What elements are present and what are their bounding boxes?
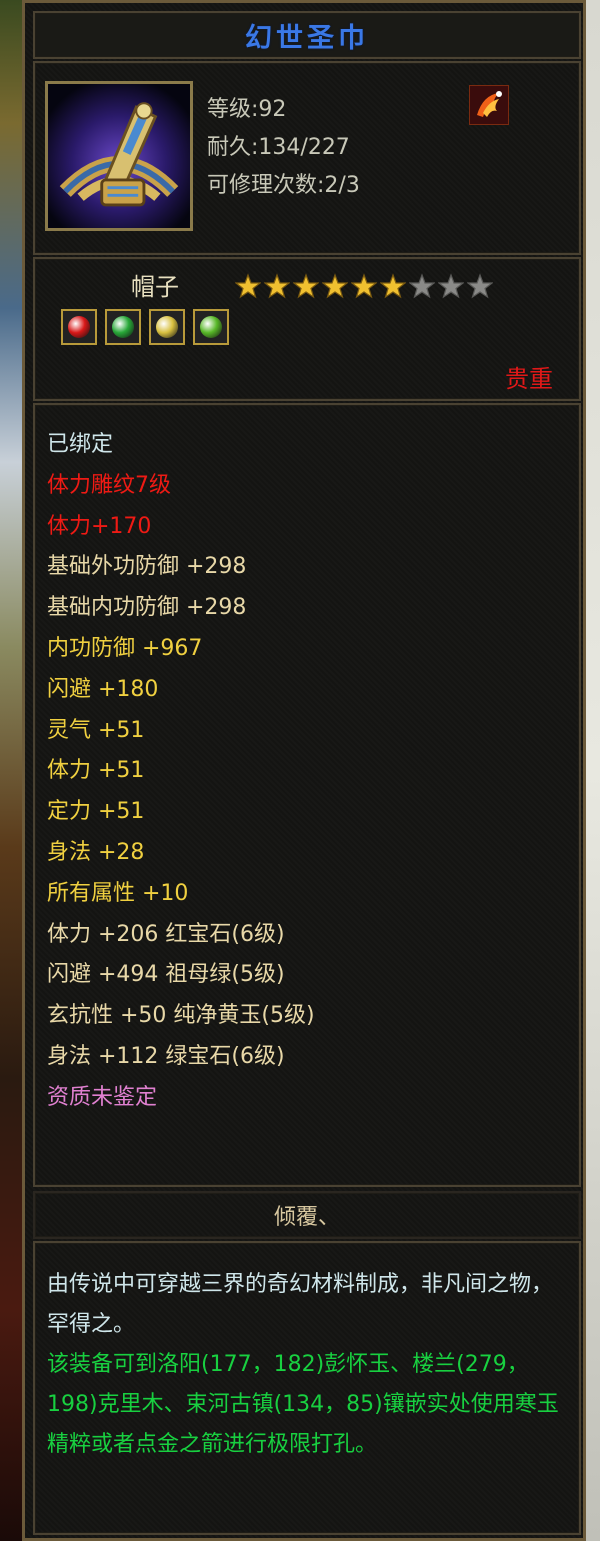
- attributes-panel: 已绑定体力雕纹7级 体力+170 基础外功防御 +298 基础内功防御 +298 内功防…: [33, 403, 581, 1187]
- attribute-line: 闪避 +494 祖母绿(5级): [47, 962, 285, 988]
- attribute-line: 闪避 +180: [47, 676, 159, 702]
- attribute-line: 玄抗性 +50 纯净黄玉(5级): [47, 1003, 315, 1029]
- item-durability: 耐久:134/227: [207, 135, 350, 160]
- attribute-line: 定力 +51: [47, 799, 145, 825]
- star-rating: [235, 273, 493, 299]
- description-panel: 由传说中可穿越三界的奇幻材料制成，非凡间之物，罕得之。 该装备可到洛阳(177，…: [33, 1241, 581, 1535]
- owner-name: 倾覆、: [273, 1205, 340, 1230]
- star-empty-icon: [438, 273, 464, 299]
- phoenix-emblem-icon: [468, 84, 510, 126]
- star-empty-icon: [467, 273, 493, 299]
- attribute-line: 内功防御 +967: [47, 635, 203, 661]
- attribute-line: 资质未鉴定: [47, 1084, 158, 1110]
- item-repair-count: 可修理次数:2/3: [207, 173, 360, 198]
- description-text: 由传说中可穿越三界的奇幻材料制成，非凡间之物，罕得之。 该装备可到洛阳(177，…: [47, 1265, 567, 1465]
- crown-headband-icon: [45, 81, 193, 231]
- item-type: 帽子: [131, 273, 179, 301]
- star-filled-icon: [380, 273, 406, 299]
- item-quality: 贵重: [505, 365, 553, 393]
- owner-bar: 倾覆、: [33, 1191, 581, 1239]
- attribute-line: 基础外功防御 +298: [47, 554, 247, 580]
- topaz-gem-icon: [149, 309, 185, 345]
- attribute-line: 已绑定: [47, 432, 114, 457]
- star-filled-icon: [351, 273, 377, 299]
- emerald-gem-icon: [105, 309, 141, 345]
- socket-gems: [61, 309, 229, 345]
- item-level: 等级:92: [207, 97, 287, 122]
- jade-gem-icon: [193, 309, 229, 345]
- star-filled-icon: [293, 273, 319, 299]
- attribute-line: 基础内功防御 +298: [47, 595, 247, 621]
- item-info-panel: 等级:92 耐久:134/227 可修理次数:2/3: [33, 61, 581, 255]
- star-filled-icon: [264, 273, 290, 299]
- attribute-line: 身法 +28: [47, 839, 145, 865]
- attribute-line: 体力+170: [47, 513, 152, 539]
- item-tooltip: 幻世圣巾 等级:92 耐久:134/227 可修理次数:2/3 帽子 贵重 已绑…: [22, 0, 586, 1541]
- item-title: 幻世圣巾: [245, 22, 369, 54]
- star-filled-icon: [235, 273, 261, 299]
- attribute-line: 体力雕纹7级: [47, 472, 171, 498]
- attribute-line: 所有属性 +10: [47, 880, 189, 906]
- attribute-line: 灵气 +51: [47, 717, 145, 743]
- rarity-panel: 帽子 贵重: [33, 257, 581, 401]
- title-bar: 幻世圣巾: [33, 11, 581, 59]
- ruby-gem-icon: [61, 309, 97, 345]
- hint-text: 该装备可到洛阳(177，182)彭怀玉、楼兰(279，198)克里木、束河古镇(…: [47, 1352, 559, 1457]
- attribute-line: 身法 +112 绿宝石(6级): [47, 1043, 285, 1069]
- attribute-list: 已绑定体力雕纹7级 体力+170 基础外功防御 +298 基础内功防御 +298 内功防…: [47, 425, 315, 1119]
- attribute-line: 体力 +206 红宝石(6级): [47, 921, 285, 947]
- lore-text: 由传说中可穿越三界的奇幻材料制成，非凡间之物，罕得之。: [47, 1272, 554, 1337]
- star-empty-icon: [409, 273, 435, 299]
- star-filled-icon: [322, 273, 348, 299]
- attribute-line: 体力 +51: [47, 758, 145, 784]
